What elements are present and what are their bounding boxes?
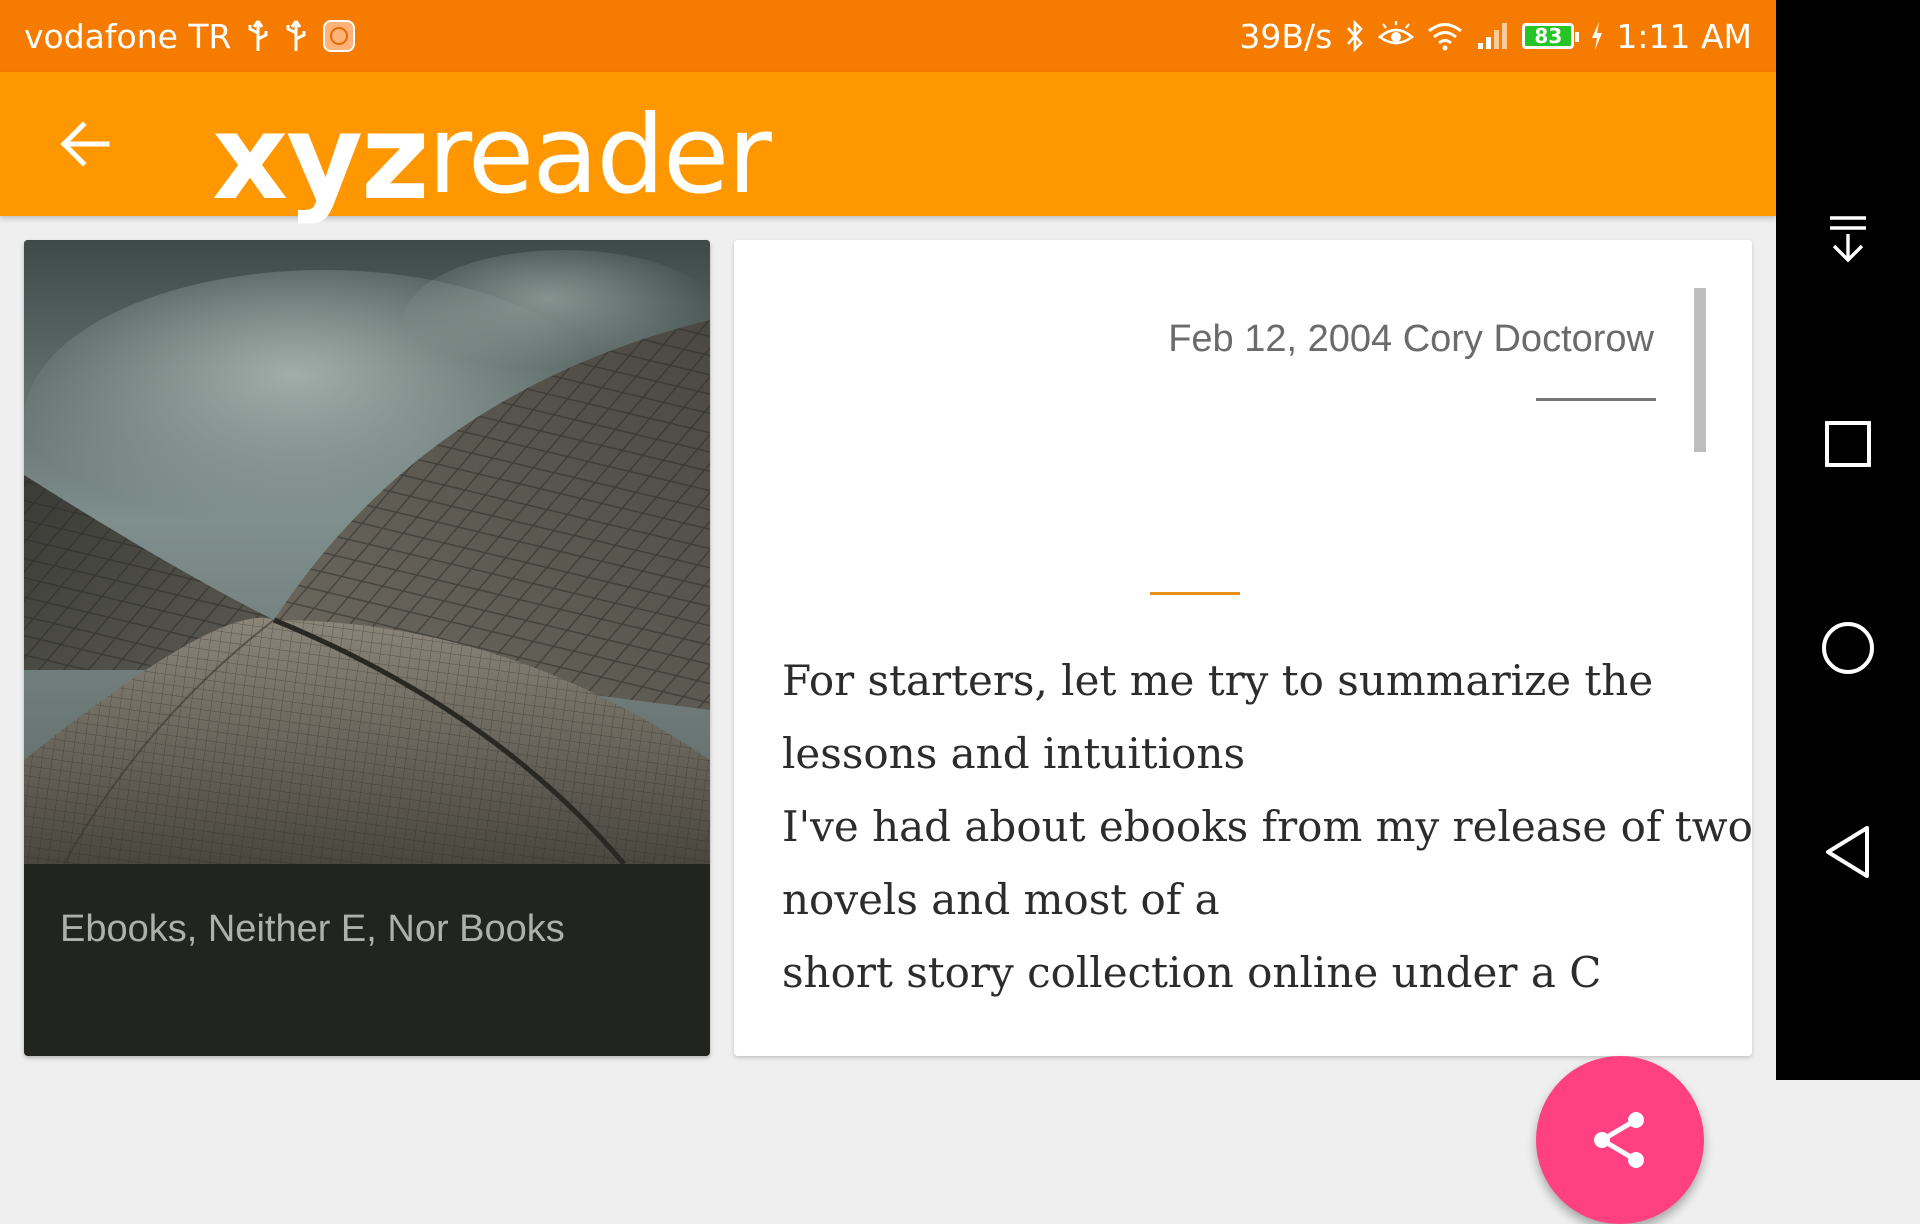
status-right: 39B/s 83 1:11 AM bbox=[1239, 0, 1752, 72]
article-byline: Feb 12, 2004 Cory Doctorow bbox=[1168, 318, 1654, 360]
article-list-item[interactable]: Ebooks, Neither E, Nor Books bbox=[24, 240, 710, 1056]
notification-pull-icon bbox=[1830, 216, 1866, 263]
logo-regular-text: reader bbox=[427, 93, 772, 218]
recents-icon bbox=[1825, 421, 1871, 467]
system-back-button[interactable] bbox=[1812, 816, 1884, 888]
clock: 1:11 AM bbox=[1616, 16, 1752, 56]
home-icon bbox=[1822, 622, 1874, 674]
mi-app-icon bbox=[322, 18, 356, 54]
charging-icon bbox=[1590, 18, 1604, 54]
article-body-line: novels and most of a bbox=[782, 875, 1220, 924]
share-icon bbox=[1594, 1112, 1644, 1168]
article-body-line: lessons and intuitions bbox=[782, 729, 1246, 778]
share-button[interactable] bbox=[1536, 1056, 1704, 1224]
status-bar: vodafone TR 39B/s 83 1:11 AM bbox=[0, 0, 1776, 72]
network-speed: 39B/s bbox=[1239, 16, 1333, 56]
article-thumbnail-image bbox=[24, 240, 710, 864]
article-body-line: short story collection online under a C bbox=[782, 948, 1602, 997]
bluetooth-icon bbox=[1344, 18, 1366, 54]
carrier-name: vodafone TR bbox=[24, 16, 232, 56]
article-body: For starters, let me try to summarize th… bbox=[782, 644, 1752, 1009]
signal-icon bbox=[1476, 18, 1510, 54]
eye-icon bbox=[1378, 18, 1415, 54]
wifi-icon bbox=[1426, 18, 1464, 54]
notification-pull-button[interactable] bbox=[1812, 204, 1884, 276]
scrollbar[interactable] bbox=[1694, 288, 1706, 452]
navigation-bar bbox=[1776, 0, 1920, 1080]
usb-icon bbox=[246, 18, 270, 54]
app-bar: xyz reader bbox=[0, 72, 1776, 226]
main-content: Ebooks, Neither E, Nor Books Feb 12, 200… bbox=[0, 216, 1776, 1224]
byline-underline bbox=[1536, 398, 1656, 401]
accent-divider bbox=[1150, 592, 1240, 595]
logo-bold-text: xyz bbox=[212, 88, 430, 226]
article-body-line: I've had about ebooks from my release of… bbox=[782, 802, 1752, 851]
arrow-back-icon bbox=[60, 121, 110, 167]
back-button[interactable] bbox=[50, 112, 120, 176]
battery-icon: 83 bbox=[1522, 23, 1580, 49]
app-logo: xyz reader bbox=[212, 82, 772, 226]
back-icon bbox=[1826, 826, 1869, 878]
article-body-line: For starters, let me try to summarize th… bbox=[782, 656, 1654, 705]
article-title: Ebooks, Neither E, Nor Books bbox=[60, 908, 565, 950]
usb-icon bbox=[284, 18, 308, 54]
article-detail-card: Feb 12, 2004 Cory Doctorow For starters,… bbox=[734, 240, 1752, 1056]
recents-button[interactable] bbox=[1812, 408, 1884, 480]
status-left: vodafone TR bbox=[24, 0, 356, 72]
home-button[interactable] bbox=[1812, 612, 1884, 684]
